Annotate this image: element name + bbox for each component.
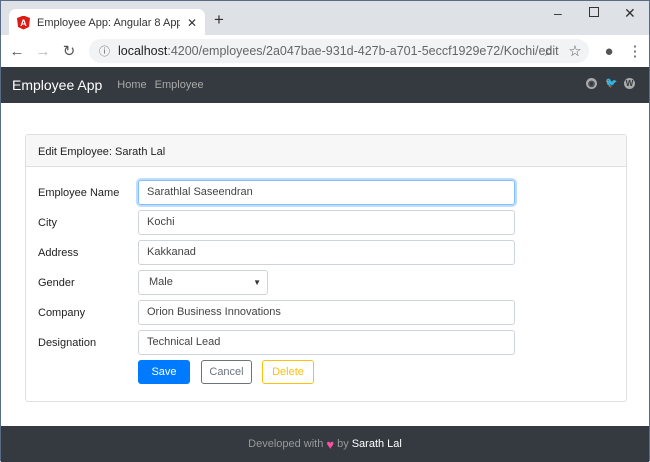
nav-home[interactable]: Home (117, 79, 146, 91)
delete-button[interactable]: Delete (262, 360, 314, 384)
designation-input[interactable]: Technical Lead (138, 330, 515, 355)
label-company: Company (38, 307, 86, 319)
edit-card: Edit Employee: Sarath Lal Employee Name … (25, 134, 627, 402)
tab-title: Employee App: Angular 8 App with (37, 16, 180, 29)
nav-employee[interactable]: Employee (155, 79, 204, 91)
menu-icon[interactable]: ⋮ (625, 42, 645, 60)
star-icon[interactable]: ☆ (565, 42, 585, 60)
url-input[interactable]: ⓘ localhost:4200/employees/2a047bae-931d… (89, 39, 589, 63)
close-tab-icon[interactable]: ✕ (187, 16, 197, 30)
tab-bar: A Employee App: Angular 8 App with ✕ + –… (1, 1, 649, 36)
maximize-button[interactable] (589, 7, 599, 17)
save-button[interactable]: Save (138, 360, 190, 384)
label-address: Address (38, 247, 79, 259)
wordpress-icon[interactable]: W (624, 78, 635, 89)
url-host: localhost (118, 44, 168, 58)
company-input[interactable]: Orion Business Innovations (138, 300, 515, 325)
forward-icon[interactable]: → (33, 43, 53, 60)
brand-link[interactable]: Employee App (12, 77, 102, 93)
cancel-button[interactable]: Cancel (201, 360, 252, 384)
employee-name-input[interactable]: Sarathlal Saseendran (138, 180, 515, 205)
close-window-button[interactable]: ✕ (624, 5, 636, 22)
heart-icon: ♥ (326, 436, 335, 452)
zoom-icon[interactable]: ⌕ (539, 43, 559, 60)
address-bar: ← → ↻ ⓘ localhost:4200/employees/2a047ba… (1, 35, 649, 67)
angular-icon: A (17, 15, 30, 30)
url-path: :4200/employees/2a047bae-931d-427b-a701-… (167, 44, 559, 58)
info-icon: ⓘ (99, 46, 110, 58)
new-tab-button[interactable]: + (214, 10, 224, 30)
footer-prefix: Developed with (248, 438, 324, 450)
main-content: Edit Employee: Sarath Lal Employee Name … (1, 103, 649, 426)
label-designation: Designation (38, 337, 97, 349)
reload-icon[interactable]: ↻ (59, 42, 79, 60)
footer-author-link[interactable]: Sarath Lal (352, 438, 402, 450)
chevron-down-icon: ▼ (253, 278, 261, 287)
footer-by: by (337, 438, 349, 450)
card-title: Edit Employee: Sarath Lal (26, 135, 626, 167)
profile-icon[interactable]: ● (599, 43, 619, 60)
gender-select[interactable]: Male ▼ (138, 270, 268, 295)
label-name: Employee Name (38, 187, 120, 199)
twitter-icon[interactable]: 🐦 (605, 78, 617, 89)
gender-value: Male (149, 276, 173, 288)
minimize-button[interactable]: – (554, 5, 562, 21)
address-input[interactable]: Kakkanad (138, 240, 515, 265)
github-icon[interactable]: ◉ (586, 78, 597, 89)
browser-tab[interactable]: A Employee App: Angular 8 App with ✕ (9, 9, 205, 36)
label-city: City (38, 217, 57, 229)
navbar: Employee App Home Employee ◉ 🐦 W (1, 67, 649, 103)
back-icon[interactable]: ← (7, 43, 27, 60)
footer: Developed with ♥ by Sarath Lal (1, 426, 649, 462)
city-input[interactable]: Kochi (138, 210, 515, 235)
label-gender: Gender (38, 277, 75, 289)
